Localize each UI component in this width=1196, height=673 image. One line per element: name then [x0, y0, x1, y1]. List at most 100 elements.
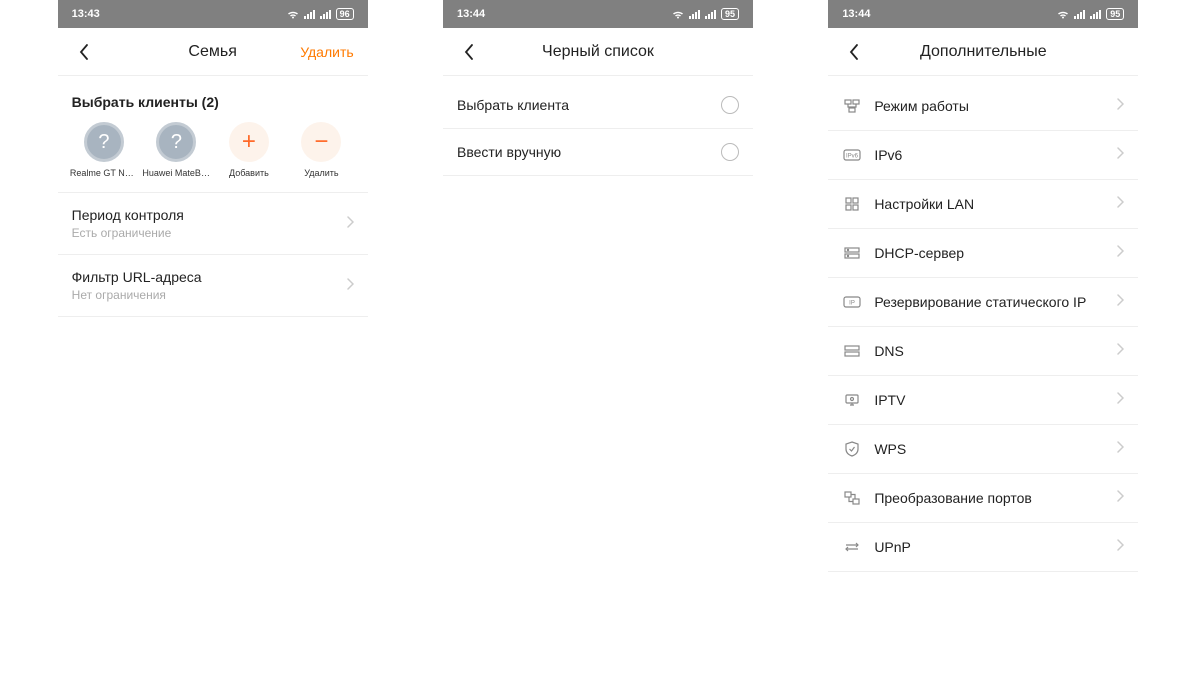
signal-icon-2	[320, 9, 332, 19]
port-forward-item[interactable]: Преобразование портов	[828, 474, 1138, 523]
chevron-left-icon	[849, 44, 859, 60]
tv-icon	[842, 390, 862, 410]
chevron-right-icon	[1117, 538, 1124, 556]
battery-indicator: 95	[721, 8, 739, 20]
item-title: Резервирование статического IP	[874, 294, 1105, 310]
iptv-item[interactable]: IPTV	[828, 376, 1138, 425]
grid-icon	[842, 194, 862, 214]
item-title: DNS	[874, 343, 1105, 359]
status-bar: 13:44 95	[828, 0, 1138, 28]
status-time: 13:44	[842, 8, 870, 20]
question-icon: ?	[156, 122, 196, 162]
status-icons: 95	[671, 8, 739, 20]
status-time: 13:43	[72, 8, 100, 20]
screen-advanced: 13:44 95 Дополнительные Режим работы IPv6…	[828, 0, 1138, 673]
shield-icon	[842, 439, 862, 459]
navbar: Черный список	[443, 28, 753, 76]
chevron-right-icon	[347, 277, 354, 295]
control-period-item[interactable]: Период контроля Есть ограничение	[58, 193, 368, 255]
remove-label: Удалить	[304, 168, 338, 178]
navbar: Семья Удалить	[58, 28, 368, 76]
chevron-right-icon	[1117, 97, 1124, 115]
client-label: Huawei MateBo...	[142, 168, 210, 178]
back-button[interactable]	[842, 40, 866, 64]
ipv6-item[interactable]: IPv6IPv6	[828, 131, 1138, 180]
wifi-icon	[1056, 9, 1070, 19]
add-client-button[interactable]: + Добавить	[213, 122, 286, 178]
item-title: DHCP-сервер	[874, 245, 1105, 261]
server-icon	[842, 341, 862, 361]
static-ip-item[interactable]: IP Резервирование статического IP	[828, 278, 1138, 327]
navbar: Дополнительные	[828, 28, 1138, 76]
item-title: Выбрать клиента	[457, 97, 709, 113]
dhcp-item[interactable]: DHCP-сервер	[828, 229, 1138, 278]
server-icon	[842, 243, 862, 263]
svg-text:IP: IP	[849, 301, 855, 307]
status-bar: 13:43 96	[58, 0, 368, 28]
status-icons: 95	[1056, 8, 1124, 20]
signal-icon	[1074, 9, 1086, 19]
chevron-right-icon	[1117, 489, 1124, 507]
battery-indicator: 95	[1106, 8, 1124, 20]
item-title: Преобразование портов	[874, 490, 1105, 506]
item-title: IPTV	[874, 392, 1105, 408]
arrows-icon	[842, 537, 862, 557]
back-button[interactable]	[72, 40, 96, 64]
add-label: Добавить	[229, 168, 269, 178]
ipv6-icon: IPv6	[842, 145, 862, 165]
lan-item[interactable]: Настройки LAN	[828, 180, 1138, 229]
item-subtitle: Нет ограничения	[72, 288, 335, 302]
signal-icon-2	[1090, 9, 1102, 19]
status-time: 13:44	[457, 8, 485, 20]
plus-icon: +	[229, 122, 269, 162]
client-device[interactable]: ? Realme GT Neo...	[68, 122, 141, 178]
status-icons: 96	[286, 8, 354, 20]
svg-text:IPv6: IPv6	[846, 154, 859, 160]
wifi-icon	[671, 9, 685, 19]
manual-entry-item[interactable]: Ввести вручную	[443, 129, 753, 176]
page-title: Дополнительные	[828, 43, 1138, 61]
chevron-right-icon	[1117, 195, 1124, 213]
swap-icon	[842, 488, 862, 508]
delete-action[interactable]: Удалить	[300, 44, 353, 60]
client-device[interactable]: ? Huawei MateBo...	[140, 122, 213, 178]
chevron-left-icon	[79, 44, 89, 60]
signal-icon	[689, 9, 701, 19]
signal-icon-2	[705, 9, 717, 19]
select-client-item[interactable]: Выбрать клиента	[443, 82, 753, 129]
chevron-right-icon	[1117, 342, 1124, 360]
question-icon: ?	[84, 122, 124, 162]
chevron-right-icon	[1117, 293, 1124, 311]
chevron-right-icon	[1117, 391, 1124, 409]
remove-client-button[interactable]: − Удалить	[285, 122, 358, 178]
item-title: Фильтр URL-адреса	[72, 269, 335, 285]
upnp-item[interactable]: UPnP	[828, 523, 1138, 572]
mode-item[interactable]: Режим работы	[828, 82, 1138, 131]
radio-icon[interactable]	[721, 143, 739, 161]
status-bar: 13:44 95	[443, 0, 753, 28]
back-button[interactable]	[457, 40, 481, 64]
wps-item[interactable]: WPS	[828, 425, 1138, 474]
chevron-right-icon	[347, 215, 354, 233]
chevron-right-icon	[1117, 440, 1124, 458]
minus-icon: −	[301, 122, 341, 162]
radio-icon[interactable]	[721, 96, 739, 114]
item-title: Режим работы	[874, 98, 1105, 114]
wifi-icon	[286, 9, 300, 19]
chevron-right-icon	[1117, 146, 1124, 164]
chevron-right-icon	[1117, 244, 1124, 262]
item-title: Ввести вручную	[457, 144, 709, 160]
network-icon	[842, 96, 862, 116]
item-title: UPnP	[874, 539, 1105, 555]
client-label: Realme GT Neo...	[70, 168, 138, 178]
screen-family: 13:43 96 Семья Удалить Выбрать клиенты (…	[58, 0, 368, 673]
battery-indicator: 96	[336, 8, 354, 20]
clients-header: Выбрать клиенты (2)	[58, 76, 368, 122]
page-title: Черный список	[443, 43, 753, 61]
dns-item[interactable]: DNS	[828, 327, 1138, 376]
url-filter-item[interactable]: Фильтр URL-адреса Нет ограничения	[58, 255, 368, 317]
item-title: Период контроля	[72, 207, 335, 223]
client-row: ? Realme GT Neo... ? Huawei MateBo... + …	[58, 122, 368, 193]
item-title: WPS	[874, 441, 1105, 457]
chevron-left-icon	[464, 44, 474, 60]
